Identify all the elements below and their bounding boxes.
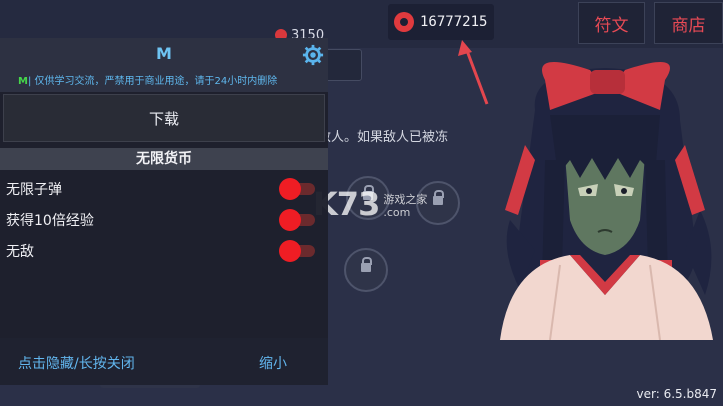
option-label: 无限子弹 bbox=[6, 182, 62, 198]
hide-close-button[interactable]: 点击隐藏/长按关闭 bbox=[18, 353, 135, 373]
version-label: ver: 6.5.b847 bbox=[636, 387, 717, 401]
option-toggle[interactable] bbox=[279, 178, 315, 200]
character-portrait bbox=[500, 62, 713, 340]
disclaimer-text: M| 仅供学习交流，严禁用于商业用途，请于24小时内删除 bbox=[18, 72, 277, 87]
disclaimer-tag: M bbox=[18, 76, 28, 87]
watermark-line2: .com bbox=[383, 206, 411, 219]
lock-icon bbox=[433, 190, 444, 205]
watermark-line1: 游戏之家 bbox=[383, 193, 428, 206]
skill-description: 敌人。如果敌人已被冻 bbox=[318, 130, 449, 145]
option-row-invincible[interactable]: 无敌 bbox=[0, 237, 328, 265]
section-infinite-currency[interactable]: 无限货币 bbox=[0, 148, 328, 170]
option-row-exp-10x[interactable]: 获得10倍经验 bbox=[0, 206, 328, 234]
option-label: 无敌 bbox=[6, 244, 34, 260]
disclaimer-body: | 仅供学习交流，严禁用于商业用途，请于24小时内删除 bbox=[27, 76, 278, 87]
lock-icon bbox=[361, 257, 372, 272]
option-toggle[interactable] bbox=[279, 209, 315, 231]
mod-menu-panel: M M| 仅供学习交流，严禁用于商业用途，请于24小时内删除 下载 无限货币 无… bbox=[0, 38, 328, 385]
skill-slot[interactable] bbox=[344, 248, 388, 292]
mod-menu-title: M bbox=[156, 44, 172, 63]
mod-menu-footer: 点击隐藏/长按关闭 缩小 bbox=[0, 338, 328, 385]
option-toggle[interactable] bbox=[279, 240, 315, 262]
minimize-button[interactable]: 缩小 bbox=[259, 353, 287, 373]
gear-icon[interactable] bbox=[302, 44, 324, 66]
option-label: 获得10倍经验 bbox=[6, 213, 94, 229]
option-row-infinite-ammo[interactable]: 无限子弹 bbox=[0, 175, 328, 203]
watermark-logo: K73 游戏之家 .com bbox=[313, 185, 427, 223]
download-button[interactable]: 下载 bbox=[3, 94, 325, 142]
